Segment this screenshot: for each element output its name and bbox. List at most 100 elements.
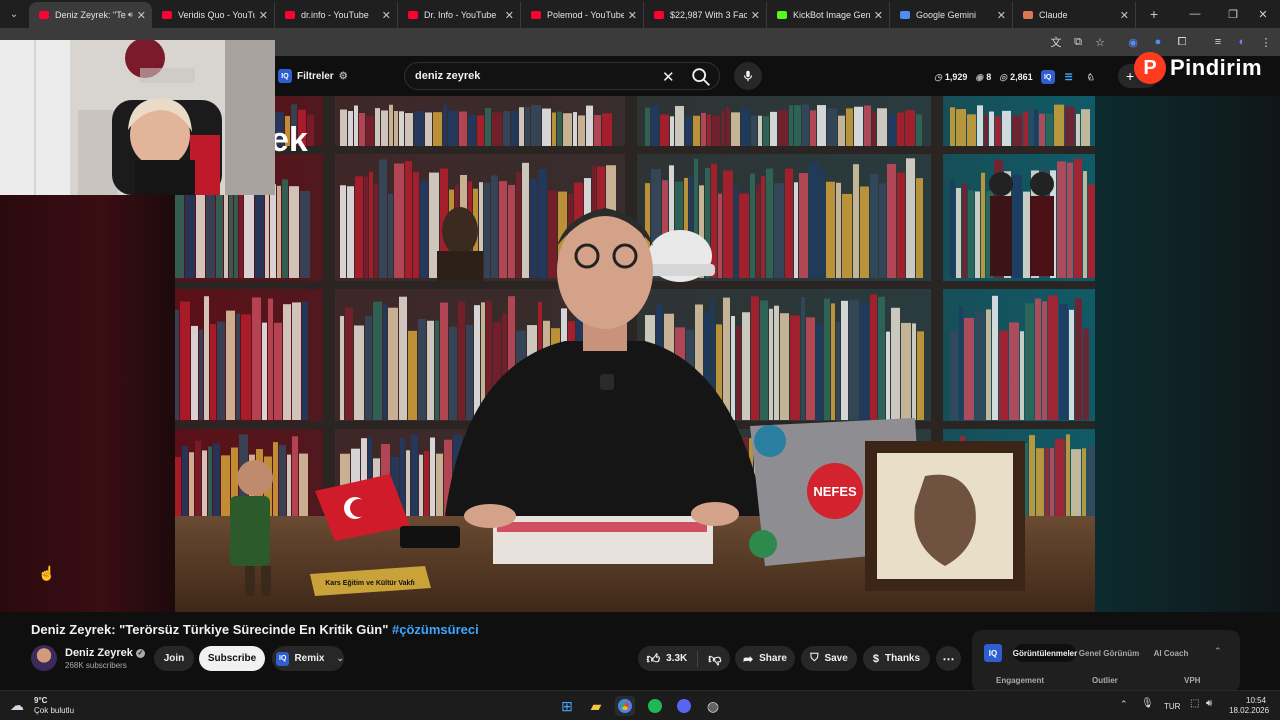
new-tab-button[interactable]: +	[1142, 6, 1166, 22]
subscriber-count: 268K subscribers	[65, 661, 127, 670]
book-spine	[366, 115, 374, 146]
tab-close-icon[interactable]: ✕	[382, 9, 391, 22]
browser-tab[interactable]: Claude ✕	[1013, 2, 1136, 28]
profile-avatar-icon[interactable]: ◐	[1234, 34, 1250, 50]
book-spine	[761, 176, 765, 278]
tab-ai-coach[interactable]: AI Coach	[1144, 644, 1198, 662]
file-explorer-icon[interactable]: ▰	[586, 696, 606, 716]
tray-overflow-chevron-icon[interactable]: ⌃	[1120, 699, 1128, 710]
book-spine	[552, 112, 556, 146]
tab-close-icon[interactable]: ✕	[997, 9, 1006, 22]
extension-audio-icon[interactable]: ◉	[1125, 34, 1141, 50]
book-spine	[770, 111, 777, 146]
vidiq-panel-logo-icon: IQ	[984, 644, 1002, 662]
tab-close-icon[interactable]: ✕	[628, 9, 637, 22]
iq-extension-icon[interactable]: IQ	[1040, 70, 1055, 84]
obs-icon[interactable]: ◍	[703, 696, 723, 716]
tab-close-icon[interactable]: ✕	[874, 9, 883, 22]
cloud-weather-icon[interactable]: ☁	[10, 697, 24, 714]
extensions-puzzle-icon[interactable]: ⧠	[1174, 34, 1190, 50]
tab-close-icon[interactable]: ✕	[1120, 9, 1129, 22]
tab-audio-icon[interactable]: 🔊︎	[128, 10, 133, 20]
browser-tab[interactable]: $22,987 With 3 Facel ✕	[644, 2, 767, 28]
tab-close-icon[interactable]: ✕	[137, 9, 146, 22]
book-spine	[389, 104, 393, 146]
tab-close-icon[interactable]: ✕	[751, 9, 760, 22]
microphone-tray-icon[interactable]: 🎙︎	[1141, 698, 1154, 709]
language-indicator[interactable]: TUR	[1164, 702, 1180, 711]
video-hashtag-link[interactable]: #çözümsüreci	[392, 622, 479, 637]
minimize-button[interactable]: —	[1176, 0, 1214, 28]
network-icon[interactable]: ⬚	[1190, 698, 1199, 709]
book-spine	[670, 116, 674, 146]
browser-tab[interactable]: Dr. Info - YouTube ✕	[398, 2, 521, 28]
book-spine	[741, 108, 750, 146]
book-spine	[282, 179, 288, 278]
book-spine	[359, 113, 365, 146]
spotify-icon[interactable]	[645, 696, 665, 716]
book-spine	[408, 330, 417, 420]
start-windows-icon[interactable]: ⊞	[557, 696, 577, 716]
browser-tab[interactable]: Polemod - YouTube ✕	[521, 2, 644, 28]
bulb-icon[interactable]: ♘	[1087, 72, 1095, 83]
book-spine	[503, 111, 510, 146]
extension-shield-icon[interactable]: ●	[1150, 34, 1166, 50]
dislike-button[interactable]: 👎︎	[698, 651, 721, 667]
list-icon[interactable]: ☰	[1065, 72, 1073, 83]
discord-icon[interactable]	[674, 696, 694, 716]
book-spine	[778, 109, 788, 146]
browser-tab[interactable]: Google Gemini ✕	[890, 2, 1013, 28]
join-button[interactable]: Join	[154, 646, 194, 671]
browser-tab[interactable]: Deniz Zeyrek: "Te 🔊︎ ✕	[29, 2, 152, 28]
book-spine	[440, 302, 448, 420]
book-spine	[660, 114, 669, 146]
thanks-button[interactable]: $ Thanks	[863, 646, 930, 671]
book-spine	[340, 315, 344, 420]
translate-icon[interactable]: ⽂	[1048, 34, 1064, 50]
book-spine	[1075, 298, 1082, 420]
browser-menu-icon[interactable]: ⋮	[1258, 34, 1274, 50]
share-button[interactable]: ➦ Share	[735, 646, 795, 671]
install-app-icon[interactable]: ⧉	[1070, 34, 1086, 50]
collapse-chevron-icon[interactable]: ⌃	[1214, 646, 1222, 657]
weather-temp: 9°C	[34, 696, 48, 705]
search-icon[interactable]	[690, 66, 712, 88]
tab-views[interactable]: Görüntülenmeler	[1013, 644, 1077, 662]
clock-date[interactable]: 18.02.2026	[1229, 706, 1269, 715]
more-actions-button[interactable]: ⋯	[936, 646, 961, 671]
clear-search-icon[interactable]: ✕	[662, 68, 675, 86]
tab-close-icon[interactable]: ✕	[259, 9, 268, 22]
browser-tab[interactable]: dr.info - YouTube ✕	[275, 2, 398, 28]
chrome-taskbar-icon[interactable]	[615, 696, 635, 716]
subscribe-button[interactable]: Subscribe	[199, 646, 265, 671]
video-player[interactable]: ek NEFES Kars Eğitim ve Kültür Vakfı	[175, 96, 1095, 612]
book-spine	[340, 109, 347, 146]
tab-overview[interactable]: Genel Görünüm	[1078, 644, 1140, 662]
save-button[interactable]: ⛉ Save	[801, 646, 857, 671]
book-spine	[300, 191, 310, 278]
tab-close-icon[interactable]: ✕	[505, 9, 514, 22]
voice-search-button[interactable]	[734, 62, 762, 90]
tab-search-button[interactable]: ⌄	[3, 3, 25, 25]
close-window-button[interactable]: ✕	[1244, 0, 1280, 28]
remix-button[interactable]: IQ Remix ⌄	[272, 646, 344, 671]
book-spine	[718, 193, 722, 278]
volume-icon[interactable]: 🔊︎	[1206, 698, 1212, 709]
book-spine	[831, 303, 835, 420]
browser-tab[interactable]: Veridis Quo - YouTube ✕	[152, 2, 275, 28]
video-frame: ek NEFES Kars Eğitim ve Kültür Vakfı	[175, 96, 1095, 612]
browser-tab[interactable]: KickBot Image Gener ✕	[767, 2, 890, 28]
book-spine	[967, 114, 976, 146]
clock-time[interactable]: 10:54	[1246, 696, 1266, 705]
bookmark-star-icon[interactable]: ☆	[1092, 34, 1108, 50]
filters-button[interactable]: IQ Filtreler ⚙	[278, 65, 348, 87]
channel-avatar[interactable]	[31, 645, 57, 671]
reading-list-icon[interactable]: ≡	[1210, 34, 1226, 50]
like-button[interactable]: 👍︎ 3.3K	[647, 650, 699, 667]
channel-name-link[interactable]: Deniz Zeyrek ✓	[65, 647, 145, 659]
search-input[interactable]	[415, 70, 655, 82]
book-spine	[785, 168, 793, 278]
book-spine	[1050, 447, 1054, 516]
brand-name: Pindirim	[1170, 55, 1263, 80]
book-spine	[1057, 161, 1066, 278]
